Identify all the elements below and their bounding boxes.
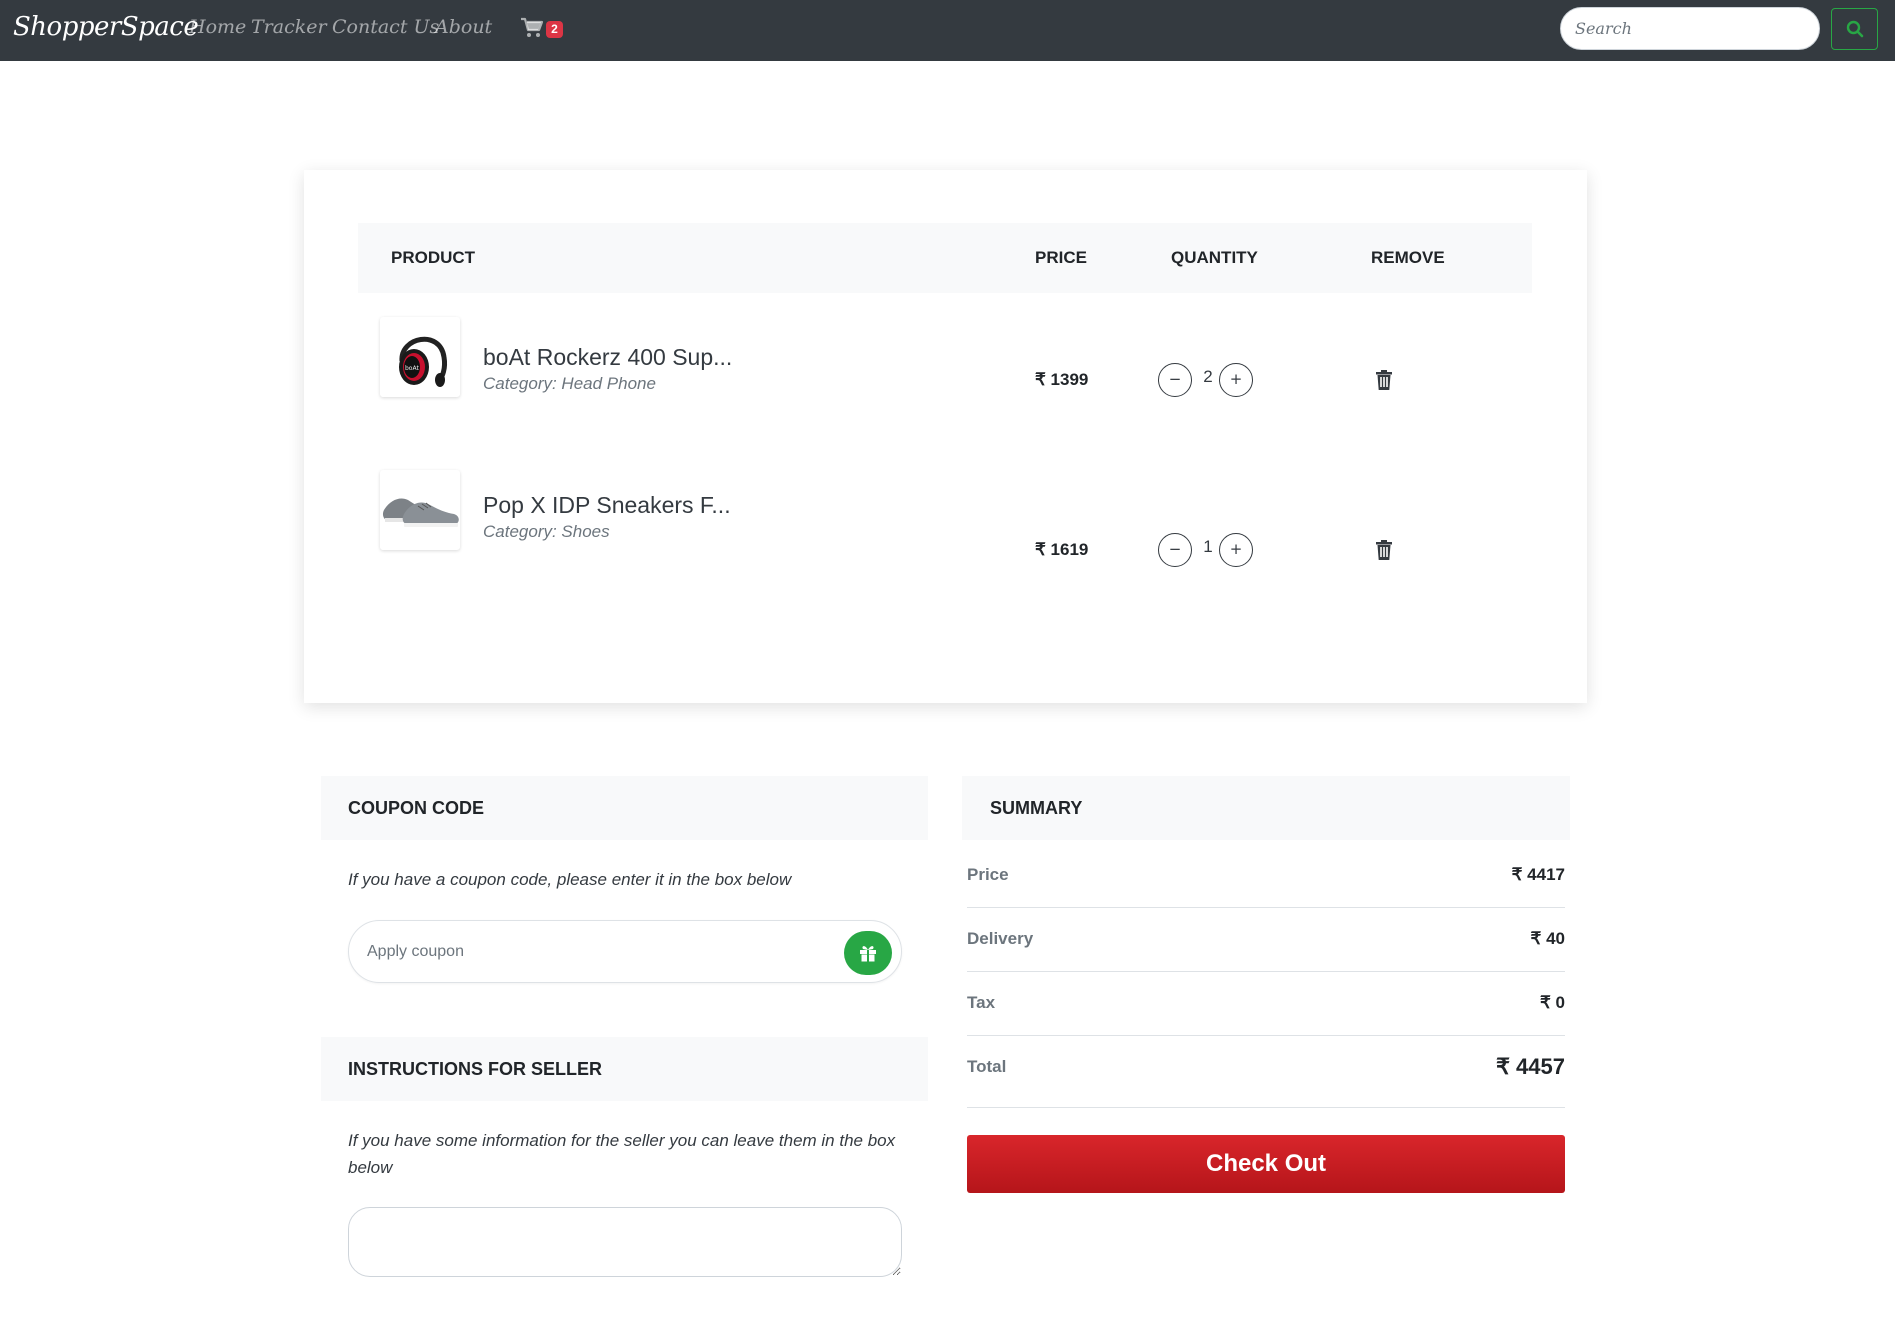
header-remove: REMOVE	[1371, 248, 1445, 267]
product-name[interactable]: Pop X IDP Sneakers F...	[483, 492, 731, 519]
summary-label: Total	[967, 1057, 1007, 1076]
coupon-help-text: If you have a coupon code, please enter …	[348, 870, 792, 889]
summary-row-total: Total ₹ 4457	[967, 1036, 1565, 1108]
summary-value: ₹ 40	[1530, 929, 1565, 948]
summary-label: Price	[967, 865, 1009, 884]
instructions-header: INSTRUCTIONS FOR SELLER	[321, 1037, 928, 1101]
summary-title: SUMMARY	[990, 798, 1083, 818]
quantity-decrease-button[interactable]: −	[1158, 363, 1192, 397]
product-price: ₹ 1399	[1035, 370, 1089, 389]
summary-row-delivery: Delivery ₹ 40	[967, 908, 1565, 972]
header-quantity: QUANTITY	[1171, 248, 1258, 267]
cart-button[interactable]: 2	[520, 15, 566, 43]
header-price: PRICE	[1035, 248, 1087, 267]
summary-row-price: Price ₹ 4417	[967, 844, 1565, 908]
summary-value: ₹ 0	[1540, 993, 1565, 1012]
search-input[interactable]	[1560, 7, 1820, 50]
instructions-help-text: If you have some information for the sel…	[348, 1131, 896, 1177]
coupon-input[interactable]	[367, 933, 807, 971]
coupon-title: COUPON CODE	[348, 798, 485, 818]
cart-table-header: PRODUCT PRICE QUANTITY REMOVE	[358, 223, 1532, 293]
apply-coupon-button[interactable]	[844, 931, 892, 975]
quantity-increase-button[interactable]: +	[1219, 533, 1253, 567]
product-name[interactable]: boAt Rockerz 400 Sup...	[483, 344, 732, 371]
summary-label: Tax	[967, 993, 996, 1012]
quantity-value: 2	[1203, 367, 1213, 386]
gift-icon	[860, 946, 876, 962]
quantity-increase-button[interactable]: +	[1219, 363, 1253, 397]
summary-label: Delivery	[967, 929, 1034, 948]
nav-link-about[interactable]: About	[435, 16, 492, 38]
product-category: Category: Shoes	[483, 522, 610, 541]
cart-table-card: PRODUCT PRICE QUANTITY REMOVE boAt boAt …	[304, 170, 1587, 703]
summary-value: ₹ 4417	[1511, 865, 1565, 884]
nav-link-home[interactable]: Home	[189, 16, 246, 38]
headphone-image[interactable]: boAt	[380, 317, 460, 397]
seller-instructions-textarea[interactable]	[348, 1207, 902, 1277]
brand-logo[interactable]: ShopperSpace	[13, 12, 199, 42]
summary-total-value: ₹ 4457	[1495, 1054, 1565, 1079]
navbar: ShopperSpace Home Tracker Contact Us Abo…	[0, 0, 1895, 61]
coupon-field	[348, 920, 902, 983]
product-category: Category: Head Phone	[483, 374, 656, 393]
quantity-decrease-button[interactable]: −	[1158, 533, 1192, 567]
summary-row-tax: Tax ₹ 0	[967, 972, 1565, 1036]
cart-count-badge: 2	[546, 21, 563, 38]
summary-header: SUMMARY	[962, 776, 1570, 840]
instructions-title: INSTRUCTIONS FOR SELLER	[348, 1059, 603, 1079]
search-button[interactable]	[1831, 8, 1878, 50]
trash-icon[interactable]	[1375, 540, 1393, 560]
nav-link-tracker[interactable]: Tracker	[251, 16, 327, 38]
cart-row: boAt boAt Rockerz 400 Sup... Category: H…	[304, 310, 1587, 430]
product-price: ₹ 1619	[1035, 540, 1089, 559]
quantity-value: 1	[1203, 537, 1213, 556]
search-icon	[1846, 20, 1863, 38]
header-product: PRODUCT	[391, 248, 476, 267]
svg-text:boAt: boAt	[405, 365, 419, 372]
sneaker-image[interactable]	[380, 470, 460, 550]
nav-link-contact[interactable]: Contact Us	[332, 16, 439, 38]
cart-row: Pop X IDP Sneakers F... Category: Shoes …	[304, 470, 1587, 590]
cart-icon	[521, 17, 544, 37]
trash-icon[interactable]	[1375, 370, 1393, 390]
coupon-header: COUPON CODE	[321, 776, 928, 840]
checkout-button[interactable]: Check Out	[967, 1135, 1565, 1193]
